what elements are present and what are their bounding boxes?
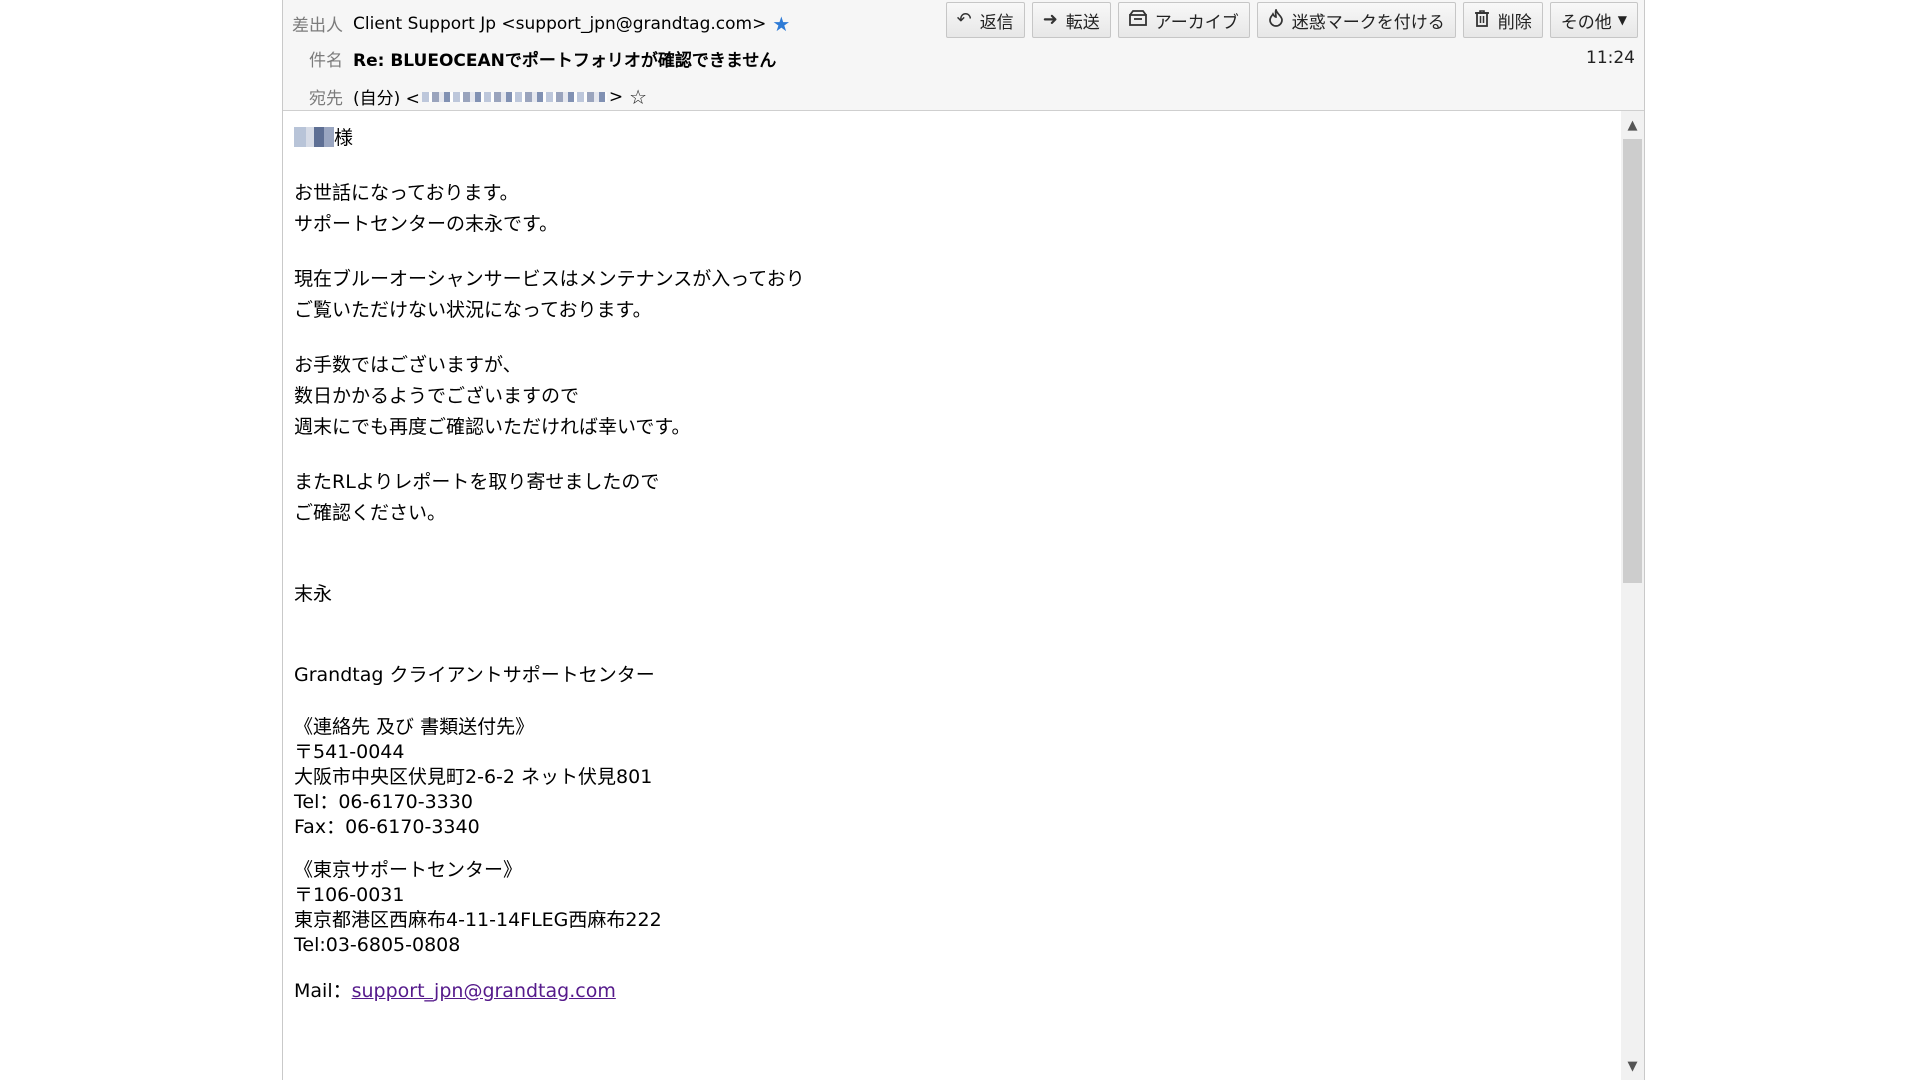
- signature-company: Grandtag クライアントサポートセンター: [294, 664, 655, 686]
- address-line: Fax：06-6170-3340: [294, 816, 480, 838]
- to-prefix: (自分) <: [353, 89, 420, 109]
- redacted-recipient-name: [294, 127, 334, 147]
- junk-label: 迷惑マークを付ける: [1291, 12, 1445, 33]
- vertical-scrollbar[interactable]: ▲ ▼: [1621, 111, 1644, 1080]
- body-line: 週末にでも再度ご確認いただければ幸いです。: [294, 416, 691, 438]
- address-line: 〒541-0044: [294, 741, 405, 763]
- subject-value: Re: BLUEOCEANでポートフォリオが確認できません: [353, 51, 777, 71]
- forward-icon: ➜: [1042, 9, 1058, 30]
- body-line: 現在ブルーオーシャンサービスはメンテナンスが入っており: [294, 268, 805, 290]
- paragraph-greeting: お世話になっております。 サポートセンターの末永です。: [294, 178, 1623, 240]
- delete-button[interactable]: 削除: [1462, 2, 1543, 38]
- paragraph-request: お手数ではございますが、 数日かかるようでございますので 週末にでも再度ご確認い…: [294, 350, 1623, 443]
- subject-label: 件名: [309, 51, 343, 71]
- salutation-suffix: 様: [334, 127, 354, 149]
- signature-mail: Mail：support_jpn@grandtag.com: [294, 976, 1623, 1007]
- star-outline-icon[interactable]: ☆: [629, 87, 647, 107]
- scroll-down-icon[interactable]: ▼: [1621, 1054, 1644, 1078]
- chevron-down-icon: ▼: [1617, 13, 1627, 27]
- body-line: ご覧いただけない状況になっております。: [294, 299, 652, 321]
- salutation: 様: [294, 123, 1623, 154]
- address-line: 東京都港区西麻布4-11-14FLEG西麻布222: [294, 909, 662, 931]
- reply-icon: ↶: [956, 9, 972, 30]
- message-toolbar: ↶ 返信 ➜ 転送 アーカイブ 迷惑マークを付ける 削除 その他 ▼: [945, 2, 1638, 38]
- body-line: ご確認ください。: [294, 502, 447, 524]
- to-label: 宛先: [309, 89, 343, 109]
- message-body: 様 お世話になっております。 サポートセンターの末永です。 現在ブルーオーシャン…: [283, 111, 1623, 1080]
- archive-label: アーカイブ: [1154, 12, 1239, 33]
- to-row: 宛先 (自分) < > ☆: [291, 84, 647, 110]
- subject-row: 件名 Re: BLUEOCEANでポートフォリオが確認できません: [291, 46, 776, 71]
- body-line: 数日かかるようでございますので: [294, 385, 580, 407]
- scrollbar-thumb[interactable]: [1623, 139, 1642, 583]
- body-line: サポートセンターの末永です。: [294, 213, 559, 235]
- forward-label: 転送: [1065, 12, 1100, 33]
- junk-button[interactable]: 迷惑マークを付ける: [1256, 2, 1456, 38]
- from-value[interactable]: Client Support Jp <support_jpn@grandtag.…: [353, 14, 766, 34]
- message-time: 11:24: [1586, 48, 1635, 68]
- address-line: Tel:03-6805-0808: [294, 934, 461, 956]
- reply-button[interactable]: ↶ 返信: [945, 2, 1025, 38]
- body-line: またRLよりレポートを取り寄せましたので: [294, 471, 660, 493]
- star-filled-icon[interactable]: ★: [772, 14, 790, 34]
- archive-icon: [1128, 10, 1147, 30]
- address-line: 《東京サポートセンター》: [294, 859, 523, 881]
- message-window: 差出人 Client Support Jp <support_jpn@grand…: [282, 0, 1645, 1080]
- paragraph-report: またRLよりレポートを取り寄せましたので ご確認ください。: [294, 467, 1623, 529]
- flame-icon: [1268, 7, 1284, 31]
- signature-osaka: 《連絡先 及び 書類送付先》 〒541-0044 大阪市中央区伏見町2-6-2 …: [294, 715, 1623, 840]
- body-line: お世話になっております。: [294, 182, 519, 204]
- signature-name: 末永: [294, 583, 333, 605]
- paragraph-maintenance: 現在ブルーオーシャンサービスはメンテナンスが入っており ご覧いただけない状況にな…: [294, 264, 1623, 326]
- mail-label: Mail：: [294, 980, 352, 1002]
- to-suffix: >: [608, 86, 624, 107]
- scroll-up-icon[interactable]: ▲: [1621, 113, 1644, 137]
- from-row: 差出人 Client Support Jp <support_jpn@grand…: [291, 11, 790, 37]
- from-label: 差出人: [292, 16, 343, 36]
- address-line: Tel：06-6170-3330: [294, 791, 473, 813]
- signature-tokyo: 《東京サポートセンター》 〒106-0031 東京都港区西麻布4-11-14FL…: [294, 858, 1623, 958]
- archive-button[interactable]: アーカイブ: [1117, 2, 1250, 38]
- address-line: 《連絡先 及び 書類送付先》: [294, 716, 535, 738]
- redacted-address: [421, 91, 607, 102]
- message-header: 差出人 Client Support Jp <support_jpn@grand…: [283, 0, 1644, 111]
- trash-icon: [1474, 9, 1490, 31]
- reply-label: 返信: [979, 12, 1014, 33]
- address-line: 〒106-0031: [294, 884, 405, 906]
- mail-link[interactable]: support_jpn@grandtag.com: [352, 980, 616, 1002]
- delete-label: 削除: [1497, 12, 1532, 33]
- other-label: その他: [1560, 12, 1612, 33]
- address-line: 大阪市中央区伏見町2-6-2 ネット伏見801: [294, 766, 653, 788]
- body-line: お手数ではございますが、: [294, 354, 522, 376]
- forward-button[interactable]: ➜ 転送: [1031, 2, 1111, 38]
- other-menu-button[interactable]: その他 ▼: [1549, 2, 1638, 38]
